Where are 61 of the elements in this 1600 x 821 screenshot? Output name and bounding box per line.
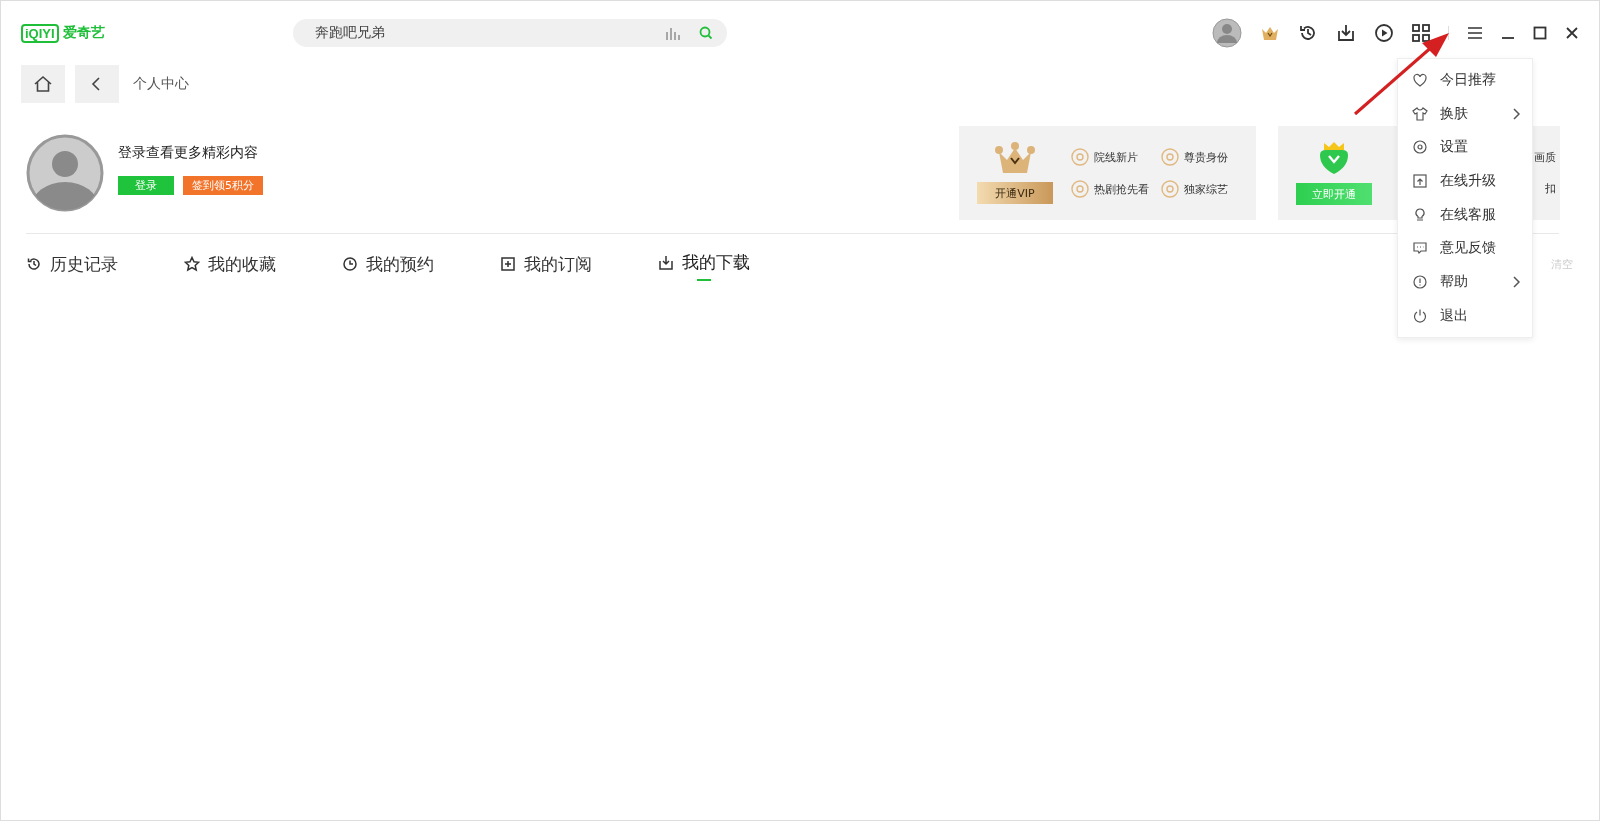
login-prompt: 登录查看更多精彩内容 [118,144,259,162]
grid-icon[interactable] [1412,24,1430,42]
menu-item-label: 意见反馈 [1440,239,1496,258]
menu-item-label: 设置 [1440,138,1468,157]
plus-icon [500,256,516,272]
perk-label: 院线新片 [1094,149,1138,165]
bulb-icon [1412,206,1428,223]
menu-item-label: 退出 [1440,306,1468,325]
clock-icon [342,256,358,272]
history-icon[interactable] [1298,23,1318,43]
perk-label: 扣 [1545,181,1556,196]
perk-label: 独家综艺 [1184,181,1228,197]
home-button[interactable] [21,65,65,103]
maximize-icon[interactable] [1533,26,1547,40]
perk-icon [1161,148,1179,166]
crown-icon [995,142,1035,174]
crown-icon[interactable] [1260,25,1280,41]
play-icon[interactable] [1374,23,1394,43]
perk-label: 热剧抢先看 [1094,181,1149,197]
search-input[interactable]: 奔跑吧兄弟 [313,24,647,42]
menu-item-label: 在线客服 [1440,205,1496,224]
shirt-icon [1412,105,1428,122]
logo-mark: iQIYI [21,23,59,43]
history-icon [26,256,42,272]
menu-item[interactable]: 在线升级 [1398,164,1532,198]
upgrade-icon [1412,172,1428,189]
menu-item[interactable]: 退出 [1398,298,1532,333]
search-field[interactable]: 奔跑吧兄弟 [293,19,727,47]
menu-item[interactable]: 设置 [1398,130,1532,165]
perk-icon [1071,148,1089,166]
tab[interactable]: 我的收藏 [184,244,276,284]
menu-item[interactable]: 换肤 [1398,96,1532,131]
info-icon [1412,273,1428,290]
tab[interactable]: 我的预约 [342,244,434,284]
menu-item[interactable]: 帮助 [1398,265,1532,299]
menu-item-label: 在线升级 [1440,171,1496,190]
perk-icon [1161,180,1179,198]
heart-icon [1412,71,1428,88]
perk-label: 画质 [1534,150,1556,165]
logo-text: 爱奇艺 [62,24,105,42]
menu-item-label: 换肤 [1440,104,1468,123]
menu-item[interactable]: 在线客服 [1398,197,1532,232]
menu-item-label: 帮助 [1440,272,1468,291]
menu-icon[interactable] [1467,26,1483,40]
power-icon [1412,307,1428,324]
download-icon [658,254,674,271]
vip-button[interactable]: 开通VIP [977,182,1053,204]
tab[interactable]: 历史记录 [26,244,118,284]
download-icon[interactable] [1336,23,1356,43]
perk-label: 尊贵身份 [1184,149,1228,165]
menu-item[interactable]: 今日推荐 [1398,63,1532,97]
home-icon [33,74,53,94]
menu-item-label: 今日推荐 [1440,70,1496,89]
menu-item[interactable]: 意见反馈 [1398,231,1532,266]
tab[interactable]: 我的订阅 [500,244,592,284]
perk-icon [1071,180,1089,198]
star-icon [184,256,200,272]
close-icon[interactable] [1565,26,1579,40]
page-title: 个人中心 [133,75,189,93]
user-avatar-icon[interactable] [1212,18,1242,48]
gear-icon [1412,139,1428,156]
